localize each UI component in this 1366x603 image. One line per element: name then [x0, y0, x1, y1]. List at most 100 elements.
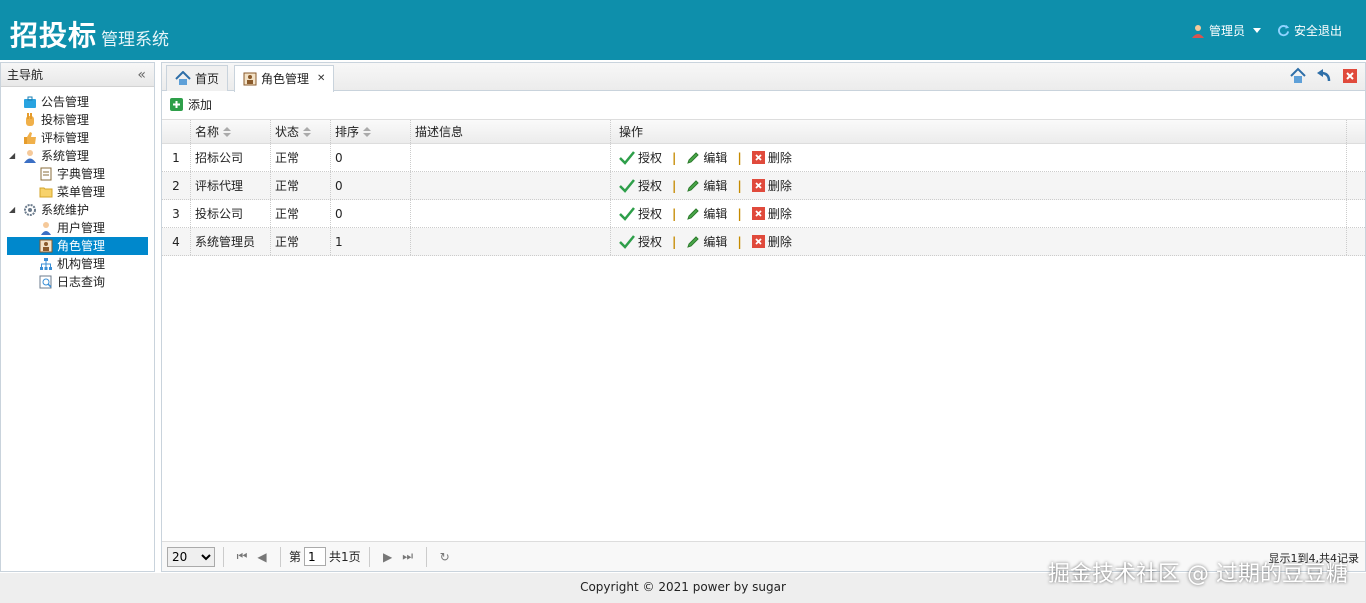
add-button[interactable]: 添加 [170, 96, 212, 113]
sidebar-item-notice[interactable]: 公告管理 [1, 93, 154, 111]
sidebar-item-label: 字典管理 [57, 167, 106, 181]
col-filler [1347, 200, 1365, 227]
edit-button[interactable]: 编辑 [686, 177, 727, 194]
cell-order: 0 [331, 172, 411, 199]
delete-button[interactable]: 删除 [751, 177, 792, 194]
nav-tree: 公告管理 投标管理 评标管理 ◢ 系统管理 字典管理 菜单管理 ◢ 系统维护 用… [1, 87, 154, 291]
delete-label: 删除 [767, 179, 792, 193]
chevron-down-icon [1252, 28, 1261, 33]
col-header-status[interactable]: 状态 [271, 120, 331, 143]
prev-page-icon[interactable]: ◀ [254, 549, 270, 565]
cell-desc [411, 228, 611, 255]
edit-button[interactable]: 编辑 [686, 233, 727, 250]
home-icon[interactable] [1289, 67, 1307, 85]
sidebar-item-label: 系统维护 [41, 203, 90, 217]
col-header-label: 名称 [195, 125, 220, 139]
sidebar-item-users[interactable]: 用户管理 [1, 219, 154, 237]
sidebar-item-label: 机构管理 [57, 257, 106, 271]
user-name: 管理员 [1208, 24, 1245, 38]
sidebar-item-bid[interactable]: 投标管理 [1, 111, 154, 129]
sidebar-item-menu[interactable]: 菜单管理 [1, 183, 154, 201]
top-header: 招投标 管理系统 管理员 安全退出 [0, 0, 1366, 60]
table-row[interactable]: 4 系统管理员 正常 1 授权 | 编辑 | 删除 [162, 228, 1365, 256]
cell-ops: 授权 | 编辑 | 删除 [611, 228, 1347, 255]
user-menu[interactable]: 管理员 [1191, 22, 1261, 39]
col-header-desc[interactable]: 描述信息 [411, 120, 611, 143]
grant-button[interactable]: 授权 [619, 233, 662, 250]
page-size-select[interactable]: 1020304050 [167, 546, 215, 567]
page-number-input[interactable] [304, 547, 327, 566]
delete-button[interactable]: 删除 [751, 149, 792, 166]
row-number: 1 [162, 144, 191, 171]
org-tree-icon [40, 258, 52, 270]
cell-status: 正常 [271, 144, 331, 171]
cell-desc [411, 172, 611, 199]
tab-label: 首页 [195, 71, 220, 86]
role-grid: 名称 状态 排序 描述信息 操作 1 招标公司 正常 0 授权 | 编辑 | 删… [162, 119, 1365, 256]
grant-label: 授权 [638, 179, 663, 193]
table-row[interactable]: 1 招标公司 正常 0 授权 | 编辑 | 删除 [162, 144, 1365, 172]
expand-toggle-icon[interactable]: ◢ [9, 201, 15, 219]
sidebar-item-label: 评标管理 [41, 131, 90, 145]
delete-label: 删除 [767, 235, 792, 249]
sidebar-item-system[interactable]: ◢ 系统管理 [1, 147, 154, 165]
pager-divider [223, 546, 224, 567]
delete-button[interactable]: 删除 [751, 205, 792, 222]
grant-label: 授权 [638, 207, 663, 221]
delete-icon [751, 151, 765, 164]
col-header-order[interactable]: 排序 [331, 120, 411, 143]
grant-button[interactable]: 授权 [619, 149, 662, 166]
col-header-ops: 操作 [611, 120, 1347, 143]
edit-label: 编辑 [703, 207, 728, 221]
row-number-header [162, 120, 191, 143]
table-row[interactable]: 3 投标公司 正常 0 授权 | 编辑 | 删除 [162, 200, 1365, 228]
edit-button[interactable]: 编辑 [686, 149, 727, 166]
sidebar-item-evaluate[interactable]: 评标管理 [1, 129, 154, 147]
edit-button[interactable]: 编辑 [686, 205, 727, 222]
table-row[interactable]: 2 评标代理 正常 0 授权 | 编辑 | 删除 [162, 172, 1365, 200]
next-page-icon[interactable]: ▶ [380, 549, 396, 565]
op-separator: | [672, 206, 677, 221]
pencil-icon [687, 207, 700, 220]
pencil-icon [687, 179, 700, 192]
sort-icon [303, 126, 312, 137]
row-number: 4 [162, 228, 191, 255]
edit-label: 编辑 [703, 235, 728, 249]
op-separator: | [737, 206, 742, 221]
grant-button[interactable]: 授权 [619, 205, 662, 222]
logout-button[interactable]: 安全退出 [1277, 22, 1342, 39]
watermark: 掘金技术社区 @ 过期的豆豆糖 [1048, 562, 1348, 587]
back-icon[interactable] [1315, 67, 1333, 85]
sidebar-item-maintenance[interactable]: ◢ 系统维护 [1, 201, 154, 219]
cell-order: 1 [331, 228, 411, 255]
first-page-icon[interactable]: ⏮ [234, 549, 250, 565]
document-icon [40, 167, 52, 181]
logo-sub-text: 管理系统 [101, 30, 170, 50]
expand-toggle-icon[interactable]: ◢ [9, 147, 15, 165]
tab-tools [1289, 67, 1359, 85]
close-all-icon[interactable] [1341, 67, 1359, 85]
sidebar-item-label: 角色管理 [57, 239, 106, 253]
edit-label: 编辑 [703, 179, 728, 193]
sidebar-item-roles[interactable]: 角色管理 [7, 237, 148, 255]
delete-button[interactable]: 删除 [751, 233, 792, 250]
grant-button[interactable]: 授权 [619, 177, 662, 194]
col-header-name[interactable]: 名称 [191, 120, 271, 143]
refresh-icon[interactable]: ↻ [437, 549, 453, 565]
col-filler [1347, 228, 1365, 255]
sidebar-item-dictionary[interactable]: 字典管理 [1, 165, 154, 183]
sidebar-item-label: 菜单管理 [57, 185, 106, 199]
delete-label: 删除 [767, 151, 792, 165]
logout-label: 安全退出 [1293, 24, 1342, 38]
sidebar-item-logs[interactable]: 日志查询 [1, 273, 154, 291]
last-page-icon[interactable]: ⏭ [400, 549, 416, 565]
tab-home[interactable]: 首页 [166, 65, 229, 91]
collapse-sidebar-icon[interactable]: « [137, 63, 146, 87]
op-separator: | [672, 150, 677, 165]
col-filler [1347, 172, 1365, 199]
close-tab-icon[interactable]: ✕ [317, 67, 325, 91]
sidebar-item-org[interactable]: 机构管理 [1, 255, 154, 273]
tab-roles[interactable]: 角色管理 ✕ [234, 65, 335, 92]
briefcase-icon [24, 96, 36, 108]
cell-desc [411, 200, 611, 227]
